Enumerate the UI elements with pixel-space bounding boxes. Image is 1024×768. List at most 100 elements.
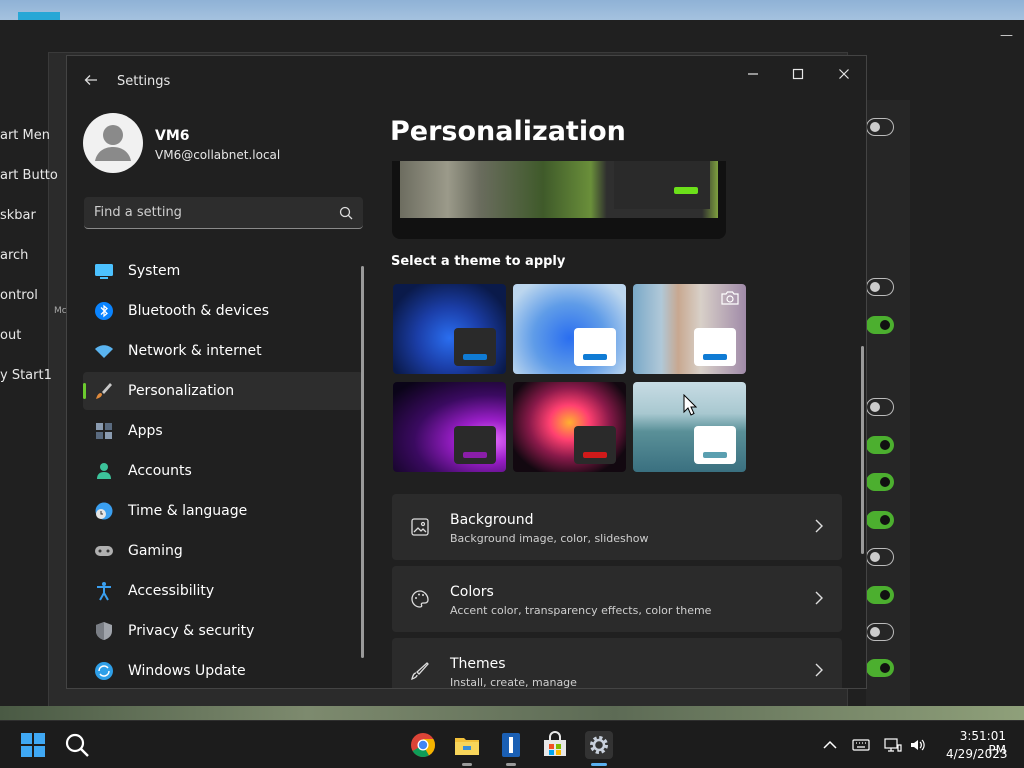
theme-chip [694,328,736,366]
colors-setting-row[interactable]: Colors Accent color, transparency effect… [392,566,842,632]
clock-date[interactable]: 4/29/2023 [946,747,1008,761]
chevron-up-icon[interactable] [821,737,839,753]
background-toggle[interactable] [866,436,894,454]
theme-tile-windows-light[interactable] [513,284,626,374]
preview-accent-bar [674,187,698,194]
chevron-right-icon [815,519,823,533]
background-toggle[interactable] [866,511,894,529]
theme-section-heading: Select a theme to apply [391,254,566,269]
sidebar-item-label: Windows Update [128,663,246,679]
title-bar[interactable]: Settings [67,56,866,106]
theme-chip [574,426,616,464]
theme-tile-captured-motion[interactable] [513,382,626,472]
apps-icon [96,423,112,439]
sidebar-item-personalization[interactable]: Personalization [83,372,363,410]
row-subtitle: Install, create, manage [450,676,577,689]
mouse-cursor-icon [683,394,697,416]
sidebar-item-gaming[interactable]: Gaming [83,532,363,570]
minimize-button[interactable] [733,64,773,88]
running-indicator [506,763,516,766]
sidebar-scrollbar[interactable] [361,266,364,658]
background-toggle[interactable] [866,623,894,641]
row-title: Colors [450,584,494,600]
background-toggle[interactable] [866,278,894,296]
themes-setting-row[interactable]: Themes Install, create, manage [392,638,842,689]
chrome-icon[interactable] [409,731,437,759]
background-setting-row[interactable]: Background Background image, color, slid… [392,494,842,560]
globe-clock-icon [95,502,113,520]
controller-icon [95,546,113,556]
back-arrow-icon[interactable] [83,72,101,90]
sidebar-item-system[interactable]: System [83,252,363,290]
search-box[interactable] [84,197,363,229]
background-toggle[interactable] [866,316,894,334]
background-label: art Butto [0,168,58,183]
background-toggle[interactable] [866,659,894,677]
background-toggle[interactable] [866,548,894,566]
theme-tile-spotlight[interactable] [633,284,746,374]
person-icon [95,125,131,161]
paintbrush-icon [96,383,112,399]
row-title: Background [450,512,534,528]
content-scrollbar[interactable] [861,346,864,554]
user-name: VM6 [155,128,190,144]
sidebar-item-accounts[interactable]: Accounts [83,452,363,490]
maximize-icon [792,68,804,80]
preview-window-panel [614,161,710,209]
volume-icon[interactable] [909,737,927,753]
maximize-button[interactable] [778,64,818,88]
theme-tile-glow[interactable] [393,382,506,472]
sidebar-item-windows-update[interactable]: Windows Update [83,652,363,688]
theme-chip [574,328,616,366]
chevron-right-icon [815,663,823,677]
background-toggle[interactable] [866,473,894,491]
theme-tile-windows-dark[interactable] [393,284,506,374]
background-label: ontrol [0,288,38,303]
network-icon[interactable] [884,737,902,753]
sidebar-item-accessibility[interactable]: Accessibility [83,572,363,610]
search-icon[interactable] [63,731,91,759]
avatar[interactable] [83,113,143,173]
settings-window: Settings VM6 VM6@collabnet.local System [66,55,867,689]
app-icon[interactable] [497,731,525,759]
file-explorer-icon[interactable] [453,731,481,759]
keyboard-icon[interactable] [852,737,870,753]
background-window-minimize-icon[interactable]: — [1000,28,1013,43]
sidebar-item-label: System [128,263,181,279]
theme-accent-bar [463,354,487,360]
background-label: skbar [0,208,36,223]
bluetooth-icon [95,302,113,320]
close-button[interactable] [824,64,864,88]
theme-accent-bar [703,452,727,458]
store-icon[interactable] [541,731,569,759]
search-icon[interactable] [339,206,353,220]
sidebar-item-label: Accounts [128,463,192,479]
settings-icon[interactable] [585,731,613,759]
search-input[interactable] [94,197,334,228]
sidebar-item-apps[interactable]: Apps [83,412,363,450]
camera-icon [721,291,739,305]
sidebar-item-time-language[interactable]: Time & language [83,492,363,530]
user-email: VM6@collabnet.local [155,148,281,162]
start-icon[interactable] [19,731,47,759]
background-toggle[interactable] [866,118,894,136]
sidebar-item-privacy[interactable]: Privacy & security [83,612,363,650]
sidebar-item-label: Apps [128,423,163,439]
shield-icon [96,622,112,640]
background-toggle[interactable] [866,586,894,604]
palette-icon [411,590,429,608]
row-subtitle: Background image, color, slideshow [450,532,649,545]
close-icon [839,69,849,79]
image-icon [411,518,429,536]
theme-chip [694,426,736,464]
theme-chip [454,328,496,366]
sidebar-item-network[interactable]: Network & internet [83,332,363,370]
theme-accent-bar [703,354,727,360]
background-label: y Start1 [0,368,52,383]
taskbar: 3:51:01 PM 4/29/2023 [0,720,1024,768]
background-toggle[interactable] [866,398,894,416]
chevron-right-icon [815,591,823,605]
theme-preview [392,161,726,239]
sidebar-item-bluetooth[interactable]: Bluetooth & devices [83,292,363,330]
active-indicator [591,763,607,766]
